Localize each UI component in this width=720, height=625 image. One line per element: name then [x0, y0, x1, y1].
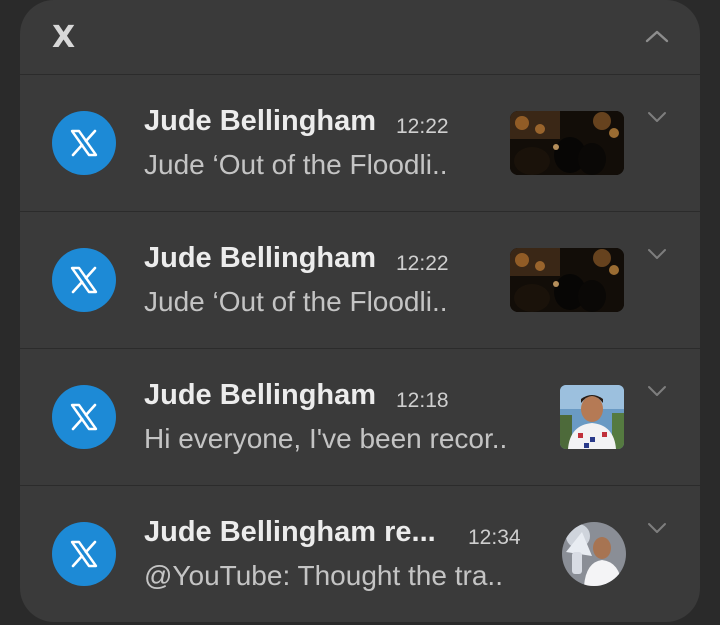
notification-time: 12:22 — [396, 115, 449, 138]
notification-item[interactable]: Jude Bellingham 12:22 Jude ‘Out of the F… — [20, 211, 700, 347]
notification-time: 12:34 — [468, 526, 521, 549]
x-logo-icon — [52, 385, 116, 449]
notification-sender: Jude Bellingham — [144, 105, 377, 137]
notification-message: @YouTube: Thought the tra.. — [144, 560, 503, 591]
chevron-down-icon[interactable] — [646, 520, 668, 536]
notification-sender: Jude Bellingham — [144, 242, 377, 274]
notification-sender: Jude Bellingham re... — [144, 516, 436, 548]
x-notification-group: X Jude Bellingham 12:22 Jude ‘Out of the… — [20, 0, 700, 622]
notification-item[interactable]: Jude Bellingham 12:18 Hi everyone, I've … — [20, 348, 700, 484]
chevron-down-icon[interactable] — [646, 383, 668, 399]
x-logo-icon — [52, 248, 116, 312]
notification-time: 12:22 — [396, 252, 449, 275]
notification-message: Jude ‘Out of the Floodli.. — [144, 286, 448, 317]
notification-sender: Jude Bellingham — [144, 379, 377, 411]
notification-message: Jude ‘Out of the Floodli.. — [144, 149, 448, 180]
x-logo-icon — [52, 522, 116, 586]
chevron-down-icon[interactable] — [646, 109, 668, 125]
avatar-thumbnail[interactable] — [562, 522, 626, 586]
notification-item[interactable]: Jude Bellingham re... 12:34 @YouTube: Th… — [20, 485, 700, 621]
photo-thumbnail[interactable] — [560, 385, 624, 449]
notification-item[interactable]: Jude Bellingham 12:22 Jude ‘Out of the F… — [20, 74, 700, 210]
app-name-label: X — [52, 20, 76, 55]
chevron-down-icon[interactable] — [646, 246, 668, 262]
chevron-up-icon[interactable] — [644, 26, 670, 46]
video-thumbnail[interactable] — [510, 248, 624, 312]
x-logo-icon — [52, 111, 116, 175]
notification-time: 12:18 — [396, 389, 449, 412]
group-header[interactable]: X — [20, 0, 700, 74]
video-thumbnail[interactable] — [510, 111, 624, 175]
notification-message: Hi everyone, I've been recor.. — [144, 423, 508, 454]
